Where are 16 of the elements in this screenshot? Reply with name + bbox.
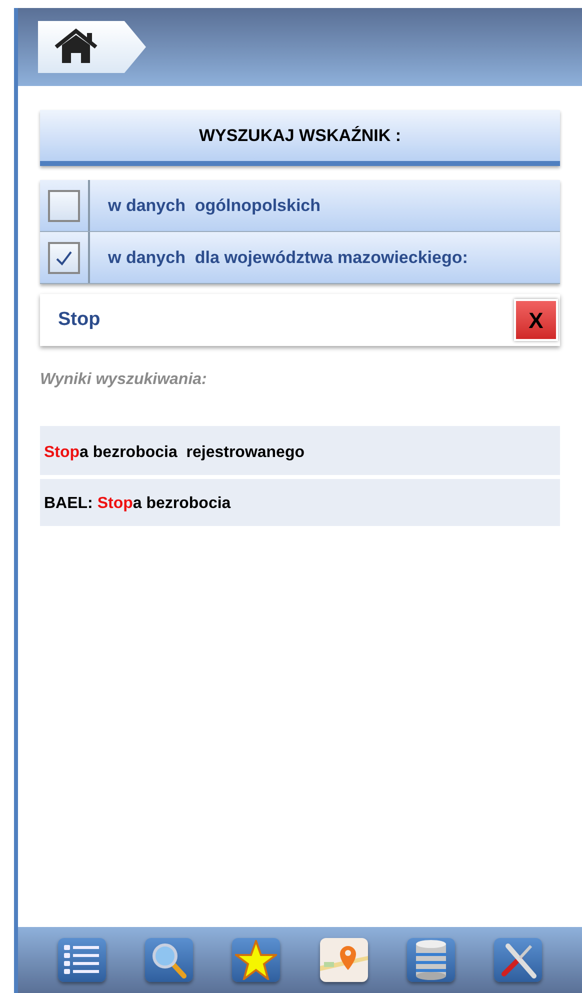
search-heading: WYSZUKAJ WSKAŹNIK : [40,110,560,166]
search-icon[interactable] [144,938,193,982]
tools-icon[interactable] [494,938,542,982]
result-item[interactable]: Stopa bezrobocia rejestrowanego [40,426,560,475]
list-icon[interactable] [58,938,106,982]
search-field[interactable]: Stop X [40,294,560,346]
checkmark-icon [55,250,73,266]
checkbox[interactable] [48,242,80,274]
star-icon[interactable] [232,938,280,982]
home-button[interactable] [38,21,146,73]
results-heading: Wyniki wyszukiwania: [40,370,208,390]
clear-button[interactable]: X [514,299,558,341]
search-field-value: Stop [58,308,100,332]
result-item[interactable]: BAEL: Stopa bezrobocia [40,479,560,526]
database-icon[interactable] [406,938,455,982]
checkbox[interactable] [48,190,80,222]
